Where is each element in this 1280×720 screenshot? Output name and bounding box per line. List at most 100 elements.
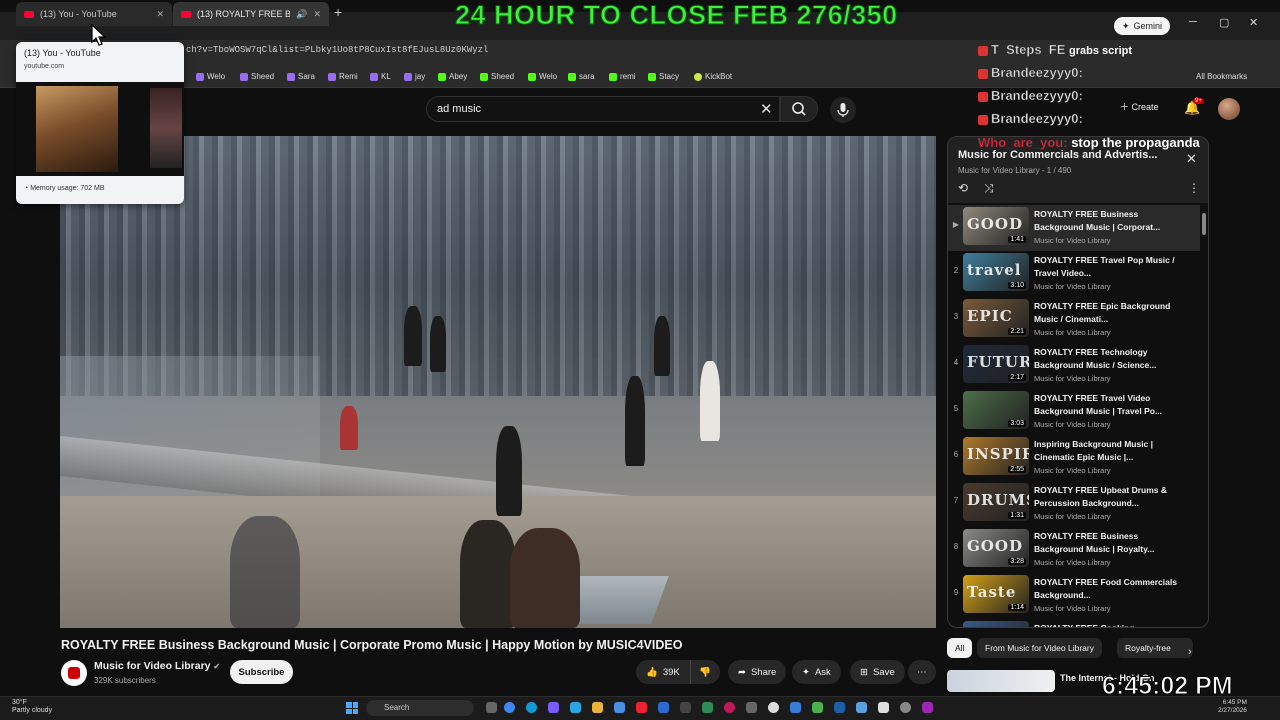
playlist-item-title[interactable]: ROYALTY FREE Cooking [1034,622,1184,627]
playlist-item-title[interactable]: ROYALTY FREE Business Background Music |… [1034,530,1184,556]
chevron-right-icon[interactable]: › [1188,646,1192,658]
bookmark-item[interactable]: KickBot [694,72,732,81]
app-icon[interactable] [790,702,801,713]
playlist-item-thumbnail[interactable]: GOOD 1:41 [963,207,1029,245]
playlist-scrollbar[interactable] [1202,213,1206,235]
account-avatar[interactable] [1218,98,1240,120]
url-field[interactable]: ch?v=TboWOSW7qCl&list=PLbky1Uo8tP8CuxIst… [186,45,488,55]
dislike-button[interactable]: 👎 [690,660,720,684]
bookmark-item[interactable]: Welo [196,72,225,81]
bookmark-item[interactable]: Welo [528,72,557,81]
bookmark-item[interactable]: jay [404,72,425,81]
playlist-item-title[interactable]: ROYALTY FREE Upbeat Drums & Percussion B… [1034,484,1184,510]
playlist-item[interactable]: ▶ GOOD 1:41 ROYALTY FREE Business Backgroun… [948,205,1200,251]
search-button[interactable] [780,96,818,122]
playlist-item[interactable]: ROYALTY FREE Cooking [948,619,1200,627]
playlist-more-icon[interactable]: ⋮ [1188,181,1200,195]
app-icon[interactable] [614,702,625,713]
close-window-icon[interactable]: ✕ [1249,16,1258,29]
app-icon[interactable] [636,702,647,713]
minimize-icon[interactable]: ─ [1189,16,1197,28]
steam-icon[interactable] [834,702,845,713]
playlist-item-thumbnail[interactable]: INSPIR 2:55 [963,437,1029,475]
close-tab-icon[interactable]: ✕ [156,9,164,20]
voice-search-button[interactable] [830,97,856,123]
bookmark-item[interactable]: sara [568,72,595,81]
browser-tab-royalty[interactable]: (13) ROYALTY FREE Business 🔊 ✕ [173,2,329,26]
playlist-item-title[interactable]: Inspiring Background Music | Cinematic E… [1034,438,1184,464]
playlist-item[interactable]: 4 FUTURE 2:17 ROYALTY FREE Technology Backg… [948,343,1200,389]
playlist-title[interactable]: Music for Commercials and Advertis... [958,149,1186,161]
bookmark-item[interactable]: Sara [287,72,315,81]
bookmark-item[interactable]: Remi [328,72,358,81]
new-tab-button[interactable]: + [334,4,342,20]
playlist-item[interactable]: 6 INSPIR 2:55 Inspiring Background Music | … [948,435,1200,481]
app-icon[interactable] [658,702,669,713]
chip-from-channel[interactable]: From Music for Video Library [977,638,1102,658]
loop-icon[interactable]: ⟲ [958,181,968,195]
playlist-item[interactable]: 3 EPIC 2:21 ROYALTY FREE Epic Background Mu… [948,297,1200,343]
app-icon[interactable] [680,702,691,713]
playlist-item[interactable]: 7 DRUMS 1:31 ROYALTY FREE Upbeat Drums & Pe… [948,481,1200,527]
browser-tab-you[interactable]: (13) You - YouTube ✕ [16,2,172,26]
chip-royalty-free[interactable]: Royalty-free [1117,638,1193,658]
video-player[interactable] [60,136,936,628]
app-icon[interactable] [878,702,889,713]
edge-icon[interactable] [526,702,537,713]
windows-start-icon[interactable] [346,702,358,714]
playlist-item-title[interactable]: ROYALTY FREE Epic Background Music / Cin… [1034,300,1184,326]
maximize-icon[interactable]: ▢ [1219,16,1229,29]
app-icon[interactable] [724,702,735,713]
channel-avatar[interactable] [61,660,87,686]
playlist-item-title[interactable]: ROYALTY FREE Technology Background Music… [1034,346,1184,372]
playlist-item-thumbnail[interactable]: GOOD 3:28 [963,529,1029,567]
app-icon[interactable] [856,702,867,713]
playlist-item[interactable]: 9 Taste 1:14 ROYALTY FREE Food Commercials … [948,573,1200,619]
playlist-item-title[interactable]: ROYALTY FREE Food Commercials Background… [1034,576,1184,602]
file-explorer-icon[interactable] [592,702,603,713]
share-button[interactable]: ➦ Share [728,660,787,684]
playlist-item-thumbnail[interactable]: Taste 1:14 [963,575,1029,613]
playlist-item[interactable]: 2 travel 3:10 ROYALTY FREE Travel Pop Music… [948,251,1200,297]
playlist-item-thumbnail[interactable]: 3:03 [963,391,1029,429]
app-icon[interactable] [922,702,933,713]
chip-all[interactable]: All [947,638,973,658]
speaker-icon[interactable]: 🔊 [296,9,307,20]
app-icon[interactable] [812,702,823,713]
bookmark-item[interactable]: Sheed [480,72,514,81]
like-button[interactable]: 👍 39K [636,660,690,684]
weather-widget[interactable]: 30°F Partly cloudy [12,699,52,715]
chrome-icon[interactable] [504,702,515,713]
app-icon[interactable] [768,702,779,713]
playlist-item[interactable]: 5 3:03 ROYALTY FREE Travel Video Backgroun… [948,389,1200,435]
bookmark-item[interactable]: KL [370,72,391,81]
related-video-thumbnail[interactable] [947,670,1055,692]
playlist-item-thumbnail[interactable]: DRUMS 1:31 [963,483,1029,521]
all-bookmarks[interactable]: All Bookmarks [1196,72,1247,81]
playlist-item-title[interactable]: ROYALTY FREE Business Background Music |… [1034,208,1184,234]
app-icon[interactable] [702,702,713,713]
save-button[interactable]: ⊞ Save [850,660,905,684]
channel-name[interactable]: Music for Video Library ✔ [94,660,220,672]
close-tab-icon[interactable]: ✕ [313,9,321,20]
playlist-item-thumbnail[interactable]: FUTURE 2:17 [963,345,1029,383]
playlist-item-thumbnail[interactable]: EPIC 2:21 [963,299,1029,337]
playlist-item-thumbnail[interactable]: travel 3:10 [963,253,1029,291]
system-clock[interactable]: 6:45 PM 2/27/2026 [1218,699,1247,715]
bookmark-item[interactable]: remi [609,72,636,81]
playlist-item-title[interactable]: ROYALTY FREE Travel Pop Music / Travel V… [1034,254,1184,280]
more-actions-button[interactable]: ⋯ [908,660,936,684]
app-icon[interactable] [900,702,911,713]
search-box[interactable] [426,96,780,122]
ask-button[interactable]: ✦ Ask [792,660,841,684]
playlist-item-thumbnail[interactable] [963,621,1029,627]
shuffle-icon[interactable]: ⤨ [984,181,994,196]
subscribe-button[interactable]: Subscribe [230,660,293,684]
gemini-button[interactable]: ✦ Gemini [1114,17,1171,35]
bookmark-item[interactable]: Sheed [240,72,274,81]
app-icon[interactable] [548,702,559,713]
bookmark-item[interactable]: Stacy [648,72,679,81]
clear-search-icon[interactable]: ✕ [760,100,773,118]
close-playlist-icon[interactable]: ✕ [1186,151,1197,167]
taskbar-search[interactable]: Search [366,700,474,716]
